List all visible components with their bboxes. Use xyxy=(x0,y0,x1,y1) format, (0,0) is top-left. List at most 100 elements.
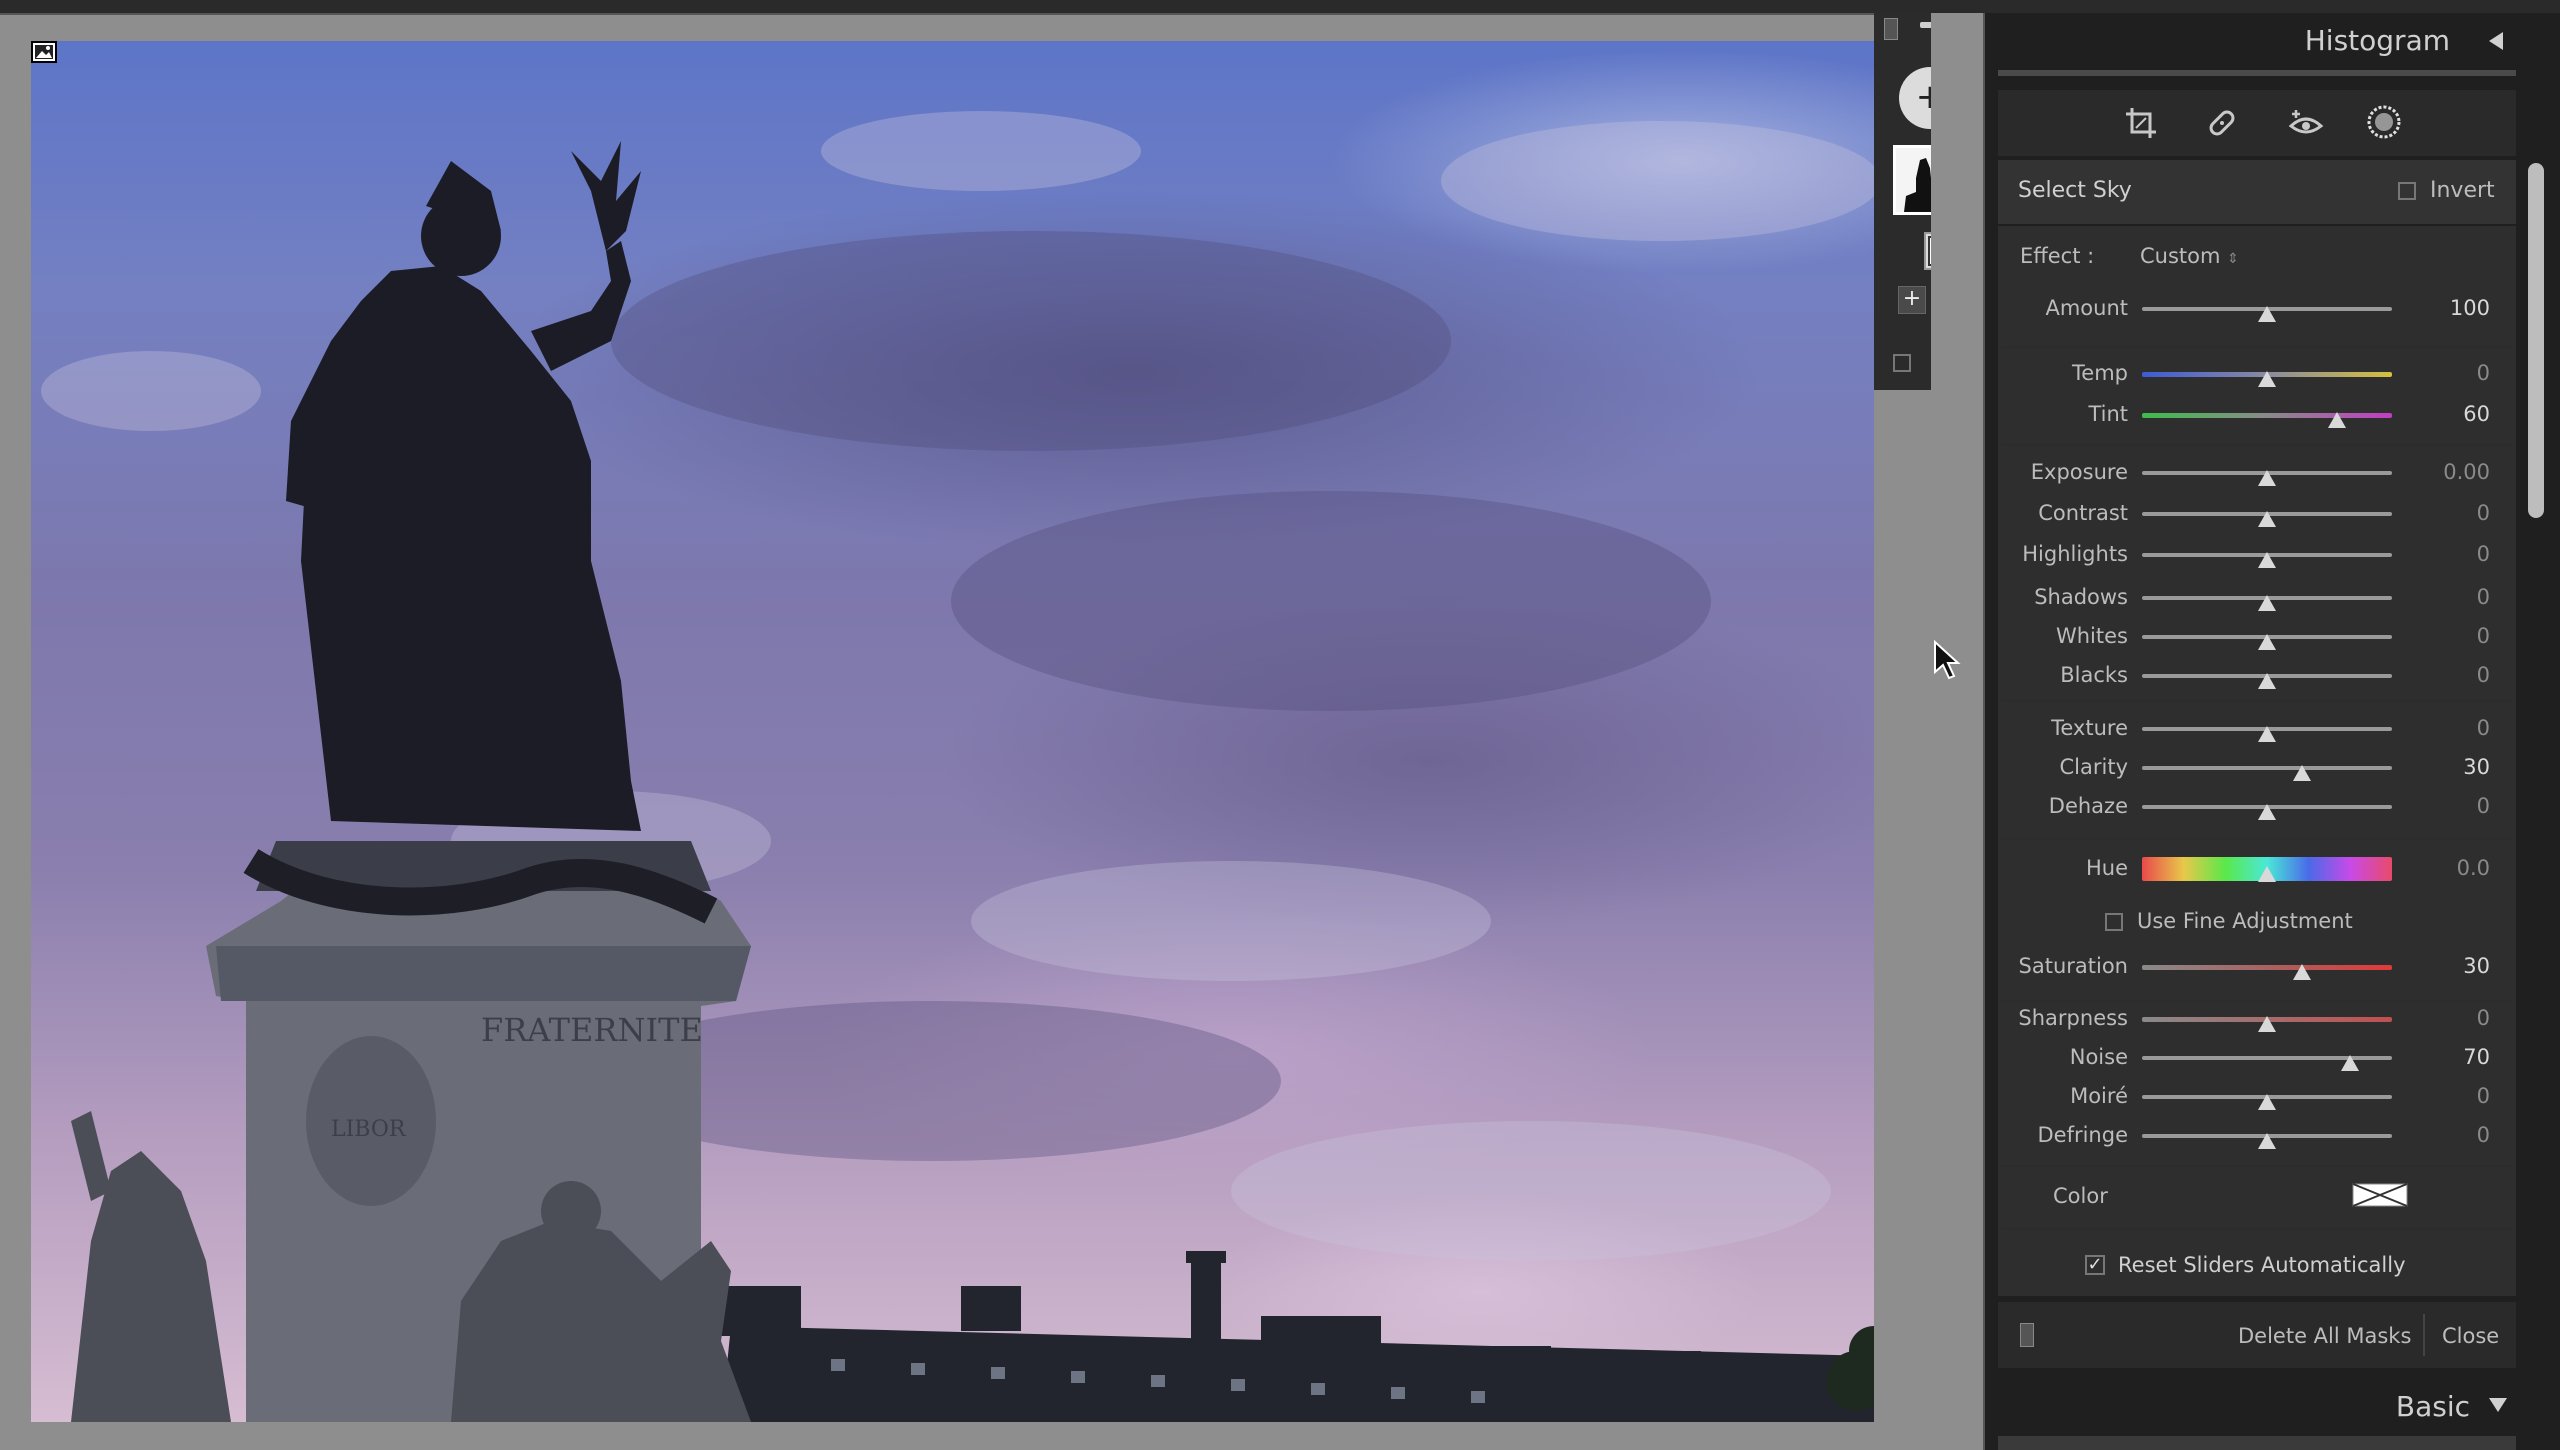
basic-panel-edge xyxy=(1998,1436,2516,1450)
toolstrip-handle-icon[interactable] xyxy=(1884,18,1898,40)
slider-thumb-texture[interactable] xyxy=(2258,726,2276,742)
slider-track-tint[interactable] xyxy=(2142,412,2392,418)
slider-thumb-amount[interactable] xyxy=(2258,306,2276,322)
slider-thumb-moir[interactable] xyxy=(2258,1094,2276,1110)
histogram-collapsed-strip xyxy=(1998,70,2516,76)
statue-silhouette xyxy=(286,141,641,831)
mask-toggle-switch-icon[interactable] xyxy=(2020,1323,2034,1347)
effect-preset-dropdown[interactable]: Custom ⇕ xyxy=(2140,244,2239,268)
slider-value-clarity[interactable]: 30 xyxy=(2420,755,2490,779)
slider-label-dehaze: Dehaze xyxy=(2048,794,2128,818)
slider-thumb-hue[interactable] xyxy=(2258,866,2276,882)
slider-label-defringe: Defringe xyxy=(2037,1123,2128,1147)
slider-label-texture: Texture xyxy=(2051,716,2128,740)
divider xyxy=(2002,838,2512,840)
photo-canvas[interactable]: FRATERNITE LIBOR xyxy=(31,41,1874,1422)
slider-thumb-clarity[interactable] xyxy=(2293,765,2311,781)
footer-divider xyxy=(2423,1314,2425,1356)
show-overlay-checkbox[interactable] xyxy=(1893,354,1911,372)
delete-all-masks-button[interactable]: Delete All Masks xyxy=(2238,1324,2411,1348)
color-label: Color xyxy=(2053,1184,2108,1208)
slider-thumb-temp[interactable] xyxy=(2258,371,2276,387)
slider-value-hue[interactable]: 0.0 xyxy=(2420,856,2490,880)
slider-label-hue: Hue xyxy=(2085,856,2128,880)
masking-icon[interactable] xyxy=(2366,104,2402,140)
slider-thumb-sharpness[interactable] xyxy=(2258,1016,2276,1032)
photo-silhouettes: FRATERNITE LIBOR xyxy=(41,111,1874,1422)
reset-sliders-label: Reset Sliders Automatically xyxy=(2118,1253,2406,1277)
slider-value-tint[interactable]: 60 xyxy=(2420,402,2490,426)
slider-value-saturation[interactable]: 30 xyxy=(2420,954,2490,978)
slider-thumb-dehaze[interactable] xyxy=(2258,804,2276,820)
slider-thumb-contrast[interactable] xyxy=(2258,511,2276,527)
slider-thumb-shadows[interactable] xyxy=(2258,595,2276,611)
invert-label: Invert xyxy=(2430,178,2495,203)
slider-value-defringe[interactable]: 0 xyxy=(2420,1123,2490,1147)
slider-value-whites[interactable]: 0 xyxy=(2420,624,2490,648)
slider-value-dehaze[interactable]: 0 xyxy=(2420,794,2490,818)
shield-text: LIBOR xyxy=(331,1117,407,1142)
slider-label-whites: Whites xyxy=(2055,624,2128,648)
divider xyxy=(2002,1228,2512,1230)
color-swatch-none-icon[interactable] xyxy=(2352,1183,2408,1207)
slider-value-texture[interactable]: 0 xyxy=(2420,716,2490,740)
slider-value-moir[interactable]: 0 xyxy=(2420,1084,2490,1108)
slider-thumb-defringe[interactable] xyxy=(2258,1133,2276,1149)
effect-preset-value: Custom xyxy=(2140,244,2221,268)
triangle-down-icon[interactable] xyxy=(2487,1396,2509,1414)
slider-track-clarity[interactable] xyxy=(2142,766,2392,770)
slider-thumb-noise[interactable] xyxy=(2340,1055,2359,1071)
slider-thumb-highlights[interactable] xyxy=(2258,552,2276,568)
slider-value-shadows[interactable]: 0 xyxy=(2420,585,2490,609)
slider-label-contrast: Contrast xyxy=(2038,501,2128,525)
slider-value-contrast[interactable]: 0 xyxy=(2420,501,2490,525)
slider-value-sharpness[interactable]: 0 xyxy=(2420,1006,2490,1030)
slider-value-noise[interactable]: 70 xyxy=(2420,1045,2490,1069)
basic-header-title[interactable]: Basic xyxy=(2290,1390,2470,1423)
slider-value-highlights[interactable]: 0 xyxy=(2420,542,2490,566)
reset-sliders-checkbox[interactable]: ✓ xyxy=(2085,1255,2105,1275)
slider-thumb-whites[interactable] xyxy=(2258,634,2276,650)
invert-checkbox[interactable] xyxy=(2398,182,2416,200)
cloud-shadows xyxy=(581,231,1711,1161)
red-eye-icon[interactable] xyxy=(2288,106,2324,140)
slider-label-amount: Amount xyxy=(2045,296,2128,320)
slider-track-saturation[interactable] xyxy=(2142,964,2392,970)
divider xyxy=(2002,444,2512,446)
slider-value-exposure[interactable]: 0.00 xyxy=(2420,460,2490,484)
crop-icon[interactable] xyxy=(2124,106,2158,140)
slider-label-temp: Temp xyxy=(2072,361,2128,385)
healing-bandage-icon[interactable] xyxy=(2205,106,2239,140)
updown-chevron-icon: ⇕ xyxy=(2227,251,2239,267)
histogram-header-title[interactable]: Histogram xyxy=(2180,24,2450,57)
slider-label-clarity: Clarity xyxy=(2059,755,2129,779)
triangle-left-icon[interactable] xyxy=(2487,30,2505,52)
fine-adjustment-checkbox[interactable] xyxy=(2105,913,2123,931)
fine-adjustment-label: Use Fine Adjustment xyxy=(2137,909,2353,933)
slider-thumb-blacks[interactable] xyxy=(2258,673,2276,689)
tree xyxy=(1826,1326,1874,1411)
plaque-text: FRATERNITE xyxy=(481,1011,703,1049)
slider-thumb-saturation[interactable] xyxy=(2293,964,2311,980)
tool-strip xyxy=(1998,90,2516,156)
mask-pin-icon[interactable] xyxy=(31,41,57,63)
divider xyxy=(2002,1165,2512,1167)
slider-label-saturation: Saturation xyxy=(2018,954,2128,978)
slider-label-shadows: Shadows xyxy=(2034,585,2128,609)
slider-thumb-exposure[interactable] xyxy=(2258,470,2276,486)
close-button[interactable]: Close xyxy=(2442,1324,2499,1348)
slider-label-noise: Noise xyxy=(2069,1045,2128,1069)
slider-value-amount[interactable]: 100 xyxy=(2420,296,2490,320)
slider-value-temp[interactable]: 0 xyxy=(2420,361,2490,385)
add-component-button[interactable]: + xyxy=(1898,286,1926,314)
divider xyxy=(2002,346,2512,348)
effect-label: Effect : xyxy=(2020,244,2095,268)
slider-value-blacks[interactable]: 0 xyxy=(2420,663,2490,687)
slider-thumb-tint[interactable] xyxy=(2328,412,2346,428)
select-sky-label: Select Sky xyxy=(2018,178,2132,203)
slider-label-moir: Moiré xyxy=(2070,1084,2128,1108)
slider-label-tint: Tint xyxy=(2088,402,2128,426)
panel-scrollbar[interactable] xyxy=(2528,163,2544,518)
rooftops xyxy=(721,1251,1874,1422)
slider-label-highlights: Highlights xyxy=(2022,542,2128,566)
